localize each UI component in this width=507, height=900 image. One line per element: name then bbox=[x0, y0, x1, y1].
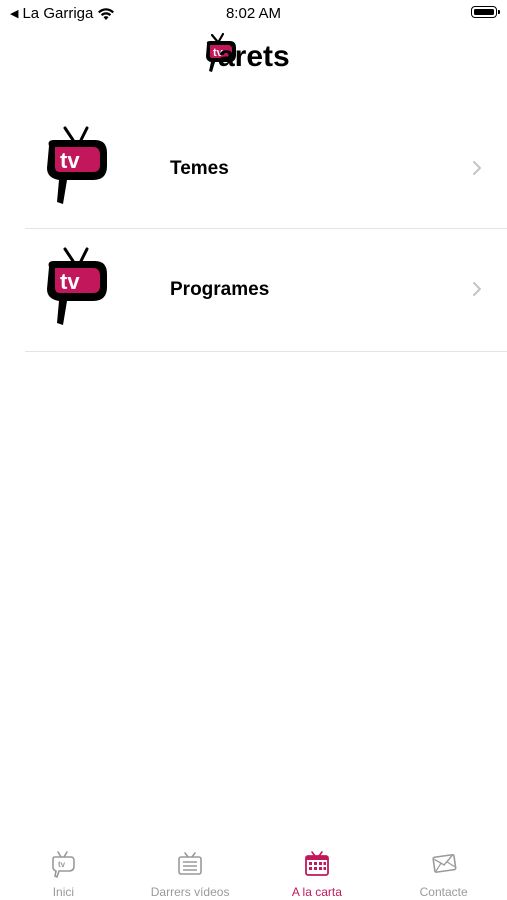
tab-contacte[interactable]: Contacte bbox=[380, 838, 507, 900]
svg-text:tv: tv bbox=[60, 148, 80, 173]
battery-icon bbox=[471, 6, 500, 18]
tab-bar: tv Inici Darrers vídeos A la carta Conta… bbox=[0, 838, 507, 900]
tab-a-la-carta[interactable]: A la carta bbox=[254, 838, 381, 900]
logo-text: arets bbox=[218, 40, 290, 73]
svg-text:tv: tv bbox=[60, 269, 80, 294]
home-tv-icon: tv bbox=[52, 851, 76, 878]
tab-label: Inici bbox=[52, 885, 75, 899]
tab-label: A la carta bbox=[291, 885, 342, 899]
tab-darrers-videos[interactable]: Darrers vídeos bbox=[127, 838, 254, 900]
category-list: tv Temes tv Programes bbox=[25, 108, 507, 352]
calendar-tv-icon bbox=[304, 851, 329, 876]
chevron-right-icon bbox=[473, 282, 481, 296]
status-bar: ◀ La Garriga 8:02 AM bbox=[0, 0, 507, 28]
svg-text:tv: tv bbox=[58, 860, 66, 869]
tab-inici[interactable]: tv Inici bbox=[0, 838, 127, 900]
tab-label: Contacte bbox=[419, 885, 468, 899]
list-item-programes[interactable]: tv Programes bbox=[25, 229, 507, 352]
mail-icon bbox=[432, 853, 457, 873]
list-item-temes[interactable]: tv Temes bbox=[25, 108, 507, 229]
tv-parets-logo-icon: tv bbox=[47, 126, 107, 204]
chevron-right-icon bbox=[473, 161, 481, 175]
list-item-label: Temes bbox=[170, 158, 229, 179]
list-item-label: Programes bbox=[170, 279, 270, 300]
status-time: 8:02 AM bbox=[225, 5, 282, 22]
header: tv arets bbox=[0, 30, 507, 80]
list-tv-icon bbox=[178, 852, 202, 875]
tv-parets-logo-icon: tv bbox=[47, 247, 107, 325]
tab-label: Darrers vídeos bbox=[150, 885, 230, 899]
